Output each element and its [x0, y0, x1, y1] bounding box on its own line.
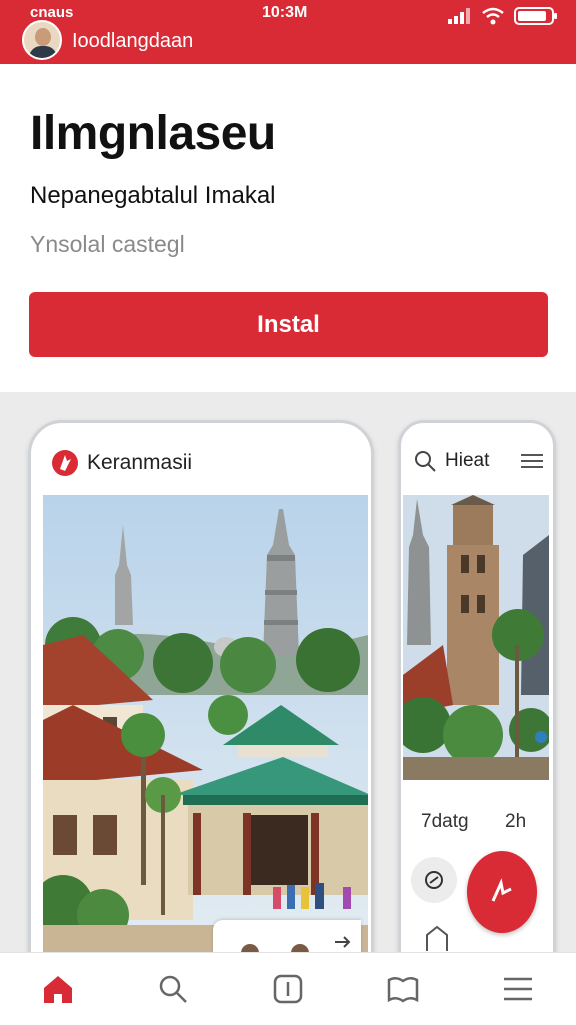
- status-bar: cnaus 10:3M Ioodlangdaan: [0, 0, 576, 64]
- phone2-search-label: Hieat: [445, 450, 490, 471]
- menu-icon: [504, 977, 533, 1001]
- search-icon: [159, 975, 187, 1003]
- install-button[interactable]: Instal: [29, 292, 548, 357]
- nav-search[interactable]: [143, 959, 203, 1019]
- battery-icon: [514, 7, 557, 25]
- phone2-search-bar[interactable]: Hieat: [413, 449, 543, 473]
- app-name: Ioodlangdaan: [72, 30, 194, 52]
- clock-time: 10:3M: [262, 4, 308, 21]
- carrier-label: cnaus: [30, 4, 74, 21]
- phone2-info-row: 7datg 2h: [401, 803, 547, 853]
- app-meta: Ynsolal castegl: [30, 231, 185, 257]
- edit-fab-button[interactable]: [467, 851, 537, 933]
- page-title: Ilmgnlaseu: [30, 107, 276, 160]
- screenshot-phone-2[interactable]: Hieat 7datg 2h: [398, 420, 556, 986]
- phone2-info-label: 7datg: [421, 811, 469, 832]
- building-icon: [426, 925, 448, 951]
- tower-photo: [403, 495, 549, 780]
- phone1-header: Keranmasii: [51, 449, 192, 477]
- home-icon: [43, 976, 72, 1003]
- screenshot-gallery[interactable]: Keranmasii Hieat 7datg 2h: [0, 392, 576, 986]
- info-icon: [273, 974, 303, 1004]
- app-subtitle: Nepanegabtalul Imakal: [30, 182, 276, 209]
- menu-icon[interactable]: [521, 452, 543, 470]
- wifi-icon: [482, 7, 504, 25]
- phone2-info-value: 2h: [505, 811, 527, 832]
- avatar-face: [35, 28, 51, 46]
- avatar[interactable]: [22, 20, 62, 60]
- nav-menu[interactable]: [488, 959, 548, 1019]
- status-icons: [448, 6, 558, 26]
- bottom-nav: [0, 952, 576, 1025]
- city-temple-photo: [43, 495, 368, 955]
- arrow-icon: [335, 936, 351, 948]
- book-icon: [387, 977, 419, 1003]
- tag-icon: [425, 871, 443, 889]
- search-icon: [415, 451, 436, 472]
- phone1-title: Keranmasii: [87, 451, 193, 474]
- tag-button[interactable]: [411, 857, 457, 903]
- edit-icon: [491, 878, 512, 902]
- nav-info[interactable]: [258, 959, 318, 1019]
- nav-library[interactable]: [373, 959, 433, 1019]
- brand-logo-icon: [52, 450, 78, 476]
- avatar-body: [29, 46, 57, 58]
- screenshot-phone-1[interactable]: Keranmasii: [28, 420, 374, 986]
- signal-icon: [448, 8, 470, 24]
- nav-home[interactable]: [28, 959, 88, 1019]
